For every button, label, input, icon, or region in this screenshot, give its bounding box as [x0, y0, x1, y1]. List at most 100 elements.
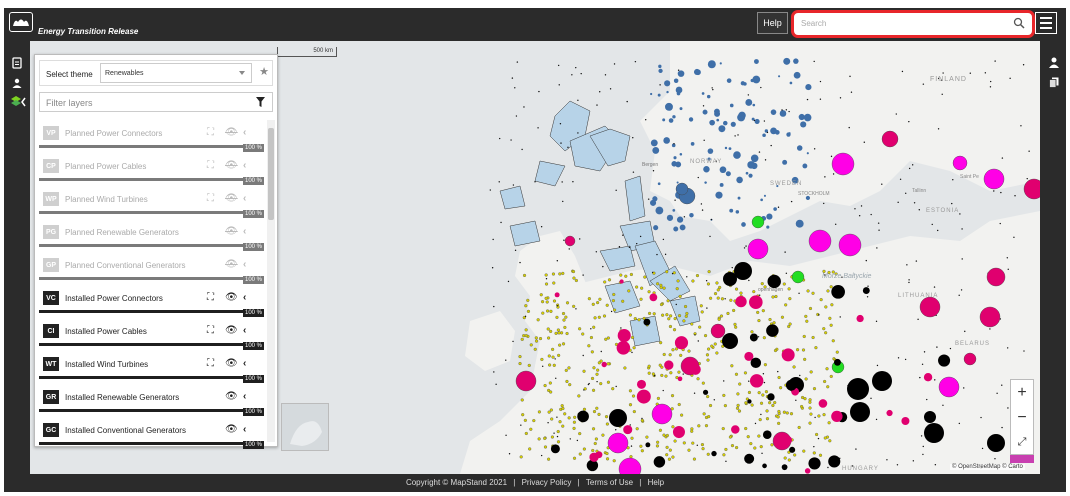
map-marker[interactable]: [551, 355, 555, 359]
map-marker[interactable]: [710, 323, 726, 339]
visibility-eye-slash-icon[interactable]: 👁: [225, 226, 238, 237]
map-marker[interactable]: [736, 392, 740, 396]
map-marker[interactable]: [737, 196, 741, 200]
map-marker[interactable]: [537, 127, 539, 129]
map-marker[interactable]: [562, 318, 566, 322]
map-marker[interactable]: [1013, 236, 1015, 239]
map-marker[interactable]: [1006, 347, 1009, 349]
map-marker[interactable]: [605, 451, 609, 456]
map-marker[interactable]: [684, 314, 688, 318]
map-marker[interactable]: [750, 403, 754, 407]
map-marker[interactable]: [615, 189, 617, 191]
map-marker[interactable]: [850, 91, 853, 93]
map-marker[interactable]: [672, 209, 676, 212]
map-marker[interactable]: [524, 431, 528, 436]
map-marker[interactable]: [632, 137, 634, 139]
map-marker[interactable]: [918, 209, 920, 211]
map-marker[interactable]: [908, 120, 910, 123]
map-marker[interactable]: [817, 437, 820, 440]
map-marker[interactable]: [952, 179, 954, 181]
map-marker[interactable]: [701, 447, 705, 451]
map-marker[interactable]: [886, 409, 893, 417]
map-marker[interactable]: [828, 455, 841, 468]
map-marker[interactable]: [730, 444, 735, 448]
map-marker[interactable]: [734, 325, 738, 329]
map-marker[interactable]: [745, 245, 747, 247]
map-marker[interactable]: [793, 453, 797, 457]
map-marker[interactable]: [568, 248, 570, 250]
map-marker[interactable]: [895, 113, 897, 115]
map-marker[interactable]: [819, 98, 822, 100]
map-marker[interactable]: [719, 314, 724, 318]
map-marker[interactable]: [597, 412, 601, 416]
map-marker[interactable]: [672, 115, 676, 119]
map-marker[interactable]: [647, 311, 652, 316]
map-marker[interactable]: [921, 363, 924, 365]
map-marker[interactable]: [563, 412, 567, 416]
map-marker[interactable]: [534, 181, 536, 183]
layer-row[interactable]: WP Planned Wind Turbines ⛶ 👁 ‹ 100 %: [39, 186, 265, 218]
map-marker[interactable]: [920, 435, 923, 437]
map-marker[interactable]: [766, 131, 769, 134]
map-marker[interactable]: [763, 120, 766, 122]
map-marker[interactable]: [613, 63, 616, 65]
map-marker[interactable]: [524, 304, 528, 308]
map-marker[interactable]: [650, 139, 658, 147]
map-marker[interactable]: [673, 143, 675, 145]
star-icon[interactable]: ★: [257, 65, 271, 79]
map-marker[interactable]: [937, 128, 940, 130]
map-marker[interactable]: [701, 381, 705, 385]
map-marker[interactable]: [858, 215, 861, 217]
map-marker[interactable]: [878, 229, 880, 231]
map-marker[interactable]: [514, 249, 517, 252]
map-marker[interactable]: [658, 64, 662, 69]
map-marker[interactable]: [615, 385, 617, 388]
map-marker[interactable]: [784, 251, 786, 253]
map-marker[interactable]: [618, 457, 642, 474]
map-marker[interactable]: [655, 282, 660, 286]
map-marker[interactable]: [872, 371, 892, 391]
map-marker[interactable]: [690, 322, 694, 326]
map-marker[interactable]: [987, 434, 1005, 452]
map-marker[interactable]: [587, 383, 590, 386]
map-marker[interactable]: [645, 119, 647, 121]
map-marker[interactable]: [548, 381, 552, 385]
map-marker[interactable]: [924, 411, 936, 423]
map-marker[interactable]: [804, 314, 808, 318]
map-marker[interactable]: [656, 440, 660, 444]
map-marker[interactable]: [553, 432, 555, 434]
map-marker[interactable]: [783, 57, 791, 65]
map-marker[interactable]: [757, 391, 761, 395]
zoom-to-extent-icon[interactable]: ⛶: [207, 292, 214, 303]
opacity-slider[interactable]: [39, 310, 261, 313]
filter-layers-input[interactable]: [46, 96, 236, 110]
map-marker[interactable]: [808, 229, 832, 253]
map-marker[interactable]: [554, 358, 556, 360]
map-marker[interactable]: [722, 453, 726, 457]
map-marker[interactable]: [564, 368, 568, 372]
chevron-left-icon[interactable]: ‹: [243, 226, 246, 237]
map-marker[interactable]: [766, 213, 773, 220]
map-marker[interactable]: [719, 166, 727, 174]
map-marker[interactable]: [735, 445, 739, 450]
map-marker[interactable]: [676, 181, 679, 184]
map-marker[interactable]: [495, 383, 497, 385]
map-marker[interactable]: [702, 105, 705, 107]
layer-row[interactable]: CI Installed Power Cables ⛶ 👁 ‹ 100 %: [39, 318, 265, 350]
map-marker[interactable]: [563, 239, 565, 241]
map-marker[interactable]: [669, 371, 673, 375]
map-marker[interactable]: [611, 387, 615, 391]
map-marker[interactable]: [922, 83, 925, 85]
map-marker[interactable]: [754, 422, 757, 425]
map-marker[interactable]: [763, 194, 767, 197]
visibility-eye-icon[interactable]: 👁: [225, 424, 238, 435]
map-marker[interactable]: [983, 168, 1005, 190]
map-marker[interactable]: [577, 410, 589, 423]
map-marker[interactable]: [696, 377, 700, 381]
map-marker[interactable]: [668, 353, 672, 357]
zoom-to-extent-icon[interactable]: ⛶: [207, 127, 214, 138]
map-marker[interactable]: [677, 402, 681, 407]
map-marker[interactable]: [639, 235, 642, 238]
map-marker[interactable]: [631, 394, 636, 398]
map-marker[interactable]: [601, 361, 607, 368]
